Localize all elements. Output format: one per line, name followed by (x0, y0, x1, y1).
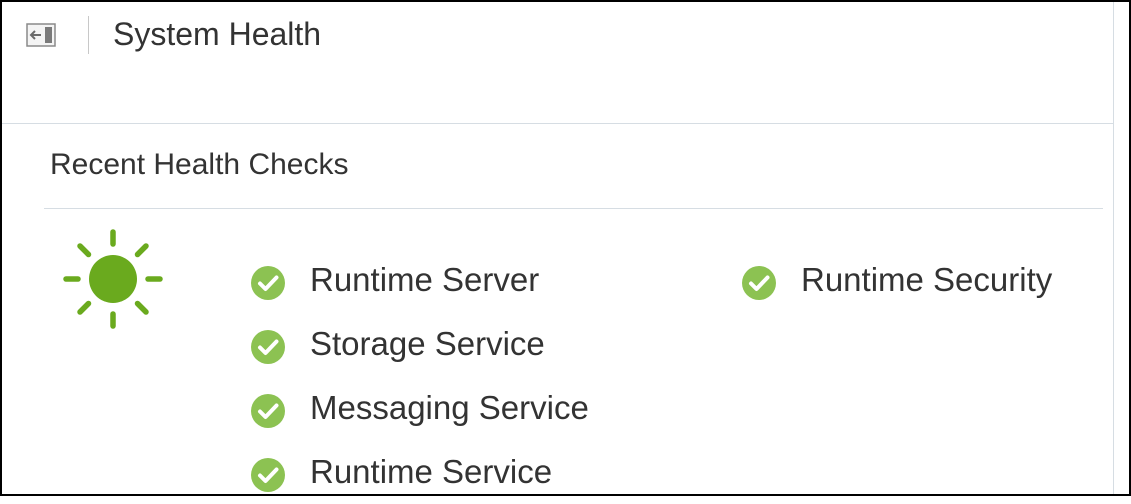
health-check-item: Messaging Service (250, 376, 589, 440)
health-check-item: Runtime Service (250, 440, 589, 504)
page-title: System Health (113, 16, 322, 52)
check-circle-icon (251, 458, 285, 492)
content-edge (1113, 2, 1114, 494)
health-check-label: Messaging Service (310, 389, 589, 426)
panel-collapse-icon (26, 23, 56, 47)
health-check-item: Runtime Server (250, 248, 589, 312)
app-window: System Health Recent Health Checks Runti… (0, 0, 1131, 496)
panel-divider (44, 208, 1103, 209)
check-circle-icon (251, 394, 285, 428)
collapse-sidebar-button[interactable] (24, 22, 58, 48)
health-check-label: Storage Service (310, 325, 545, 362)
header-bar: System Health (2, 2, 1113, 124)
health-check-list: Runtime Server Storage Service Messaging… (250, 248, 589, 504)
health-check-list: Runtime Security (741, 248, 1052, 312)
header-divider (88, 16, 89, 54)
health-check-label: Runtime Server (310, 261, 540, 298)
health-check-label: Runtime Security (801, 261, 1053, 298)
check-circle-icon (742, 266, 776, 300)
health-check-item: Runtime Security (741, 248, 1052, 312)
panel-title: Recent Health Checks (50, 148, 349, 181)
check-circle-icon (251, 330, 285, 364)
sun-icon (63, 229, 163, 329)
check-circle-icon (251, 266, 285, 300)
health-check-label: Runtime Service (310, 453, 553, 490)
health-check-item: Storage Service (250, 312, 589, 376)
